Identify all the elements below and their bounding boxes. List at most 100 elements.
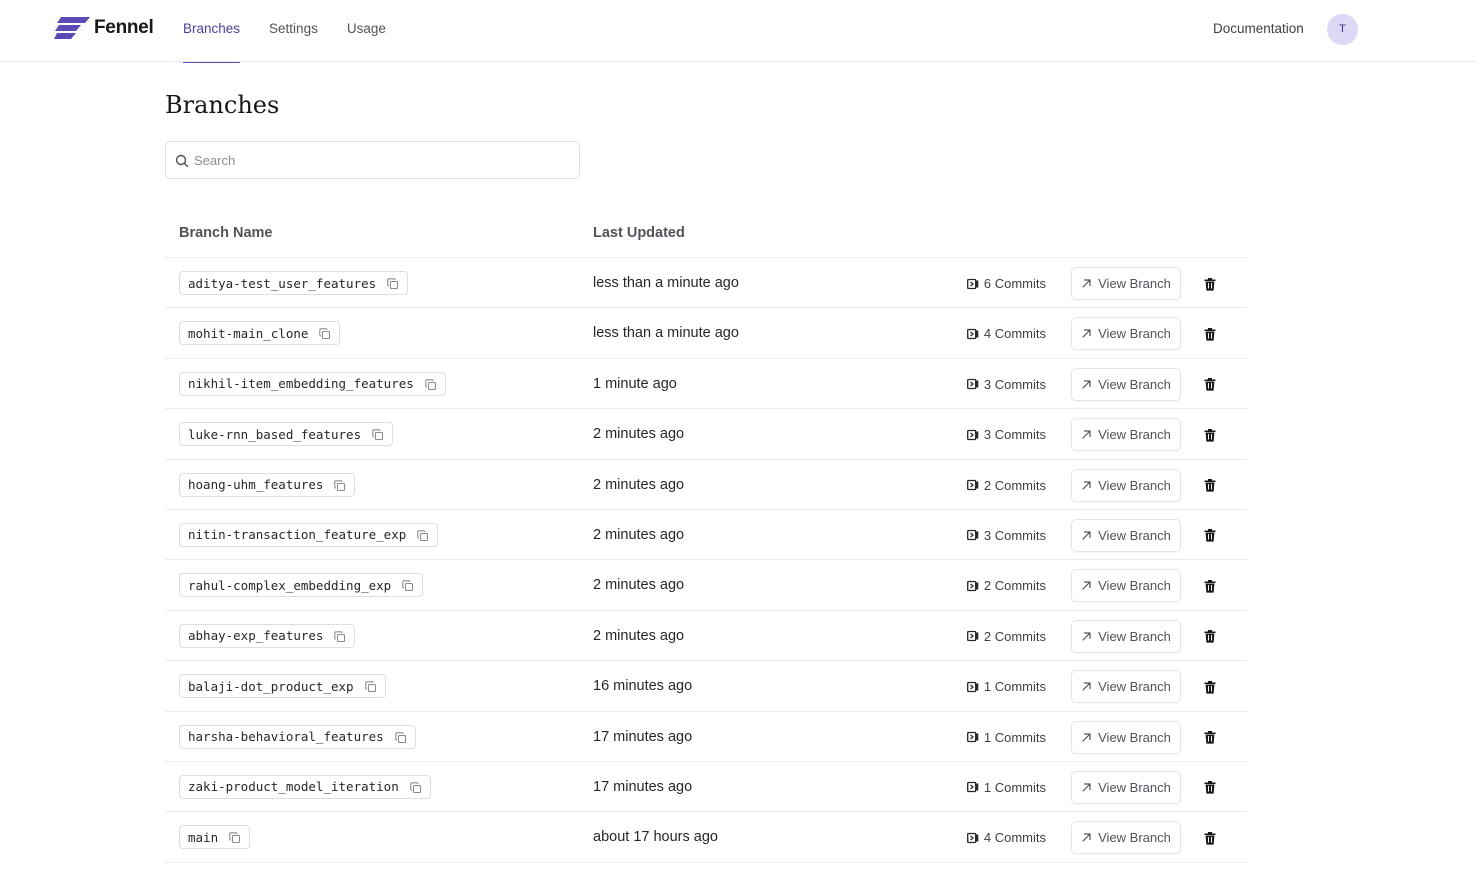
table-row: balaji-dot_product_exp 16 minutes ago 1 Co…	[165, 661, 1247, 712]
copy-icon[interactable]	[409, 781, 422, 793]
commit-count-label: 6 Commits	[983, 276, 1046, 291]
trash-icon	[1204, 479, 1216, 492]
branch-name-chip: balaji-dot_product_exp	[179, 674, 386, 699]
arrow-up-right-icon	[1081, 782, 1098, 793]
view-branch-button[interactable]: View Branch	[1071, 367, 1181, 401]
commit-count-label: 4 Commits	[983, 326, 1046, 342]
copy-icon[interactable]	[334, 479, 346, 491]
commit-icon	[966, 781, 984, 793]
trash-icon	[1204, 277, 1216, 291]
nav-item-settings[interactable]: Settings	[269, 0, 318, 62]
view-branch-label: View Branch	[1098, 326, 1171, 342]
delete-branch-button[interactable]	[1201, 678, 1219, 696]
commit-icon	[966, 529, 984, 541]
commit-icon	[966, 278, 984, 290]
view-branch-button[interactable]: View Branch	[1071, 267, 1181, 300]
app-logo[interactable]: Fennel	[54, 17, 154, 39]
delete-branch-button[interactable]	[1201, 779, 1219, 797]
commit-count: 4 Commits	[966, 830, 1046, 846]
table-row: hoang-uhm_features 2 minutes ago 2 Commits…	[165, 460, 1247, 510]
commit-count-label: 4 Commits	[983, 830, 1046, 846]
commit-count: 1 Commits	[966, 679, 1046, 694]
delete-branch-button[interactable]	[1201, 577, 1219, 595]
view-branch-button[interactable]: View Branch	[1071, 518, 1181, 552]
view-branch-button[interactable]: View Branch	[1071, 569, 1181, 603]
copy-icon[interactable]	[364, 680, 377, 693]
arrow-up-right-icon	[1081, 278, 1098, 289]
branch-name-chip: hoang-uhm_features	[179, 472, 356, 497]
copy-icon[interactable]	[402, 579, 414, 592]
branch-name: mohit-main_clone	[188, 325, 309, 341]
view-branch-label: View Branch	[1098, 477, 1171, 493]
table-row: mohit-main_clone less than a minute ago 4 …	[165, 308, 1247, 359]
last-updated: 17 minutes ago	[593, 728, 693, 745]
commit-count: 4 Commits	[966, 326, 1046, 342]
commit-icon	[966, 378, 984, 390]
copy-icon[interactable]	[229, 831, 241, 844]
delete-branch-button[interactable]	[1201, 325, 1219, 343]
trash-icon	[1204, 378, 1216, 391]
last-updated: about 17 hours ago	[593, 829, 718, 846]
arrow-up-right-icon	[1081, 832, 1098, 843]
trash-icon	[1204, 630, 1216, 643]
table-row: aditya-test_user_features less than a min…	[165, 258, 1247, 309]
view-branch-button[interactable]: View Branch	[1071, 418, 1181, 452]
trash-icon	[1204, 831, 1216, 845]
view-branch-button[interactable]: View Branch	[1071, 770, 1181, 804]
nav-item-usage[interactable]: Usage	[347, 0, 386, 62]
delete-branch-button[interactable]	[1201, 376, 1219, 394]
copy-icon[interactable]	[394, 731, 407, 743]
table-row: harsha-behavioral_features 17 minutes ago…	[165, 712, 1247, 762]
arrow-up-right-icon	[1081, 732, 1098, 743]
branch-name-chip: luke-rnn_based_features	[179, 422, 394, 447]
copy-icon[interactable]	[425, 378, 437, 390]
search-input[interactable]	[194, 142, 569, 178]
branch-name-chip: harsha-behavioral_features	[179, 724, 416, 749]
copy-icon[interactable]	[334, 630, 346, 642]
view-branch-button[interactable]: View Branch	[1071, 468, 1181, 502]
table-row: rahul-complex_embedding_exp 2 minutes ago…	[165, 560, 1247, 611]
arrow-up-right-icon	[1081, 580, 1098, 591]
table-row: nikhil-item_embedding_features 1 minute a…	[165, 359, 1247, 410]
last-updated: 2 minutes ago	[593, 426, 685, 443]
copy-icon[interactable]	[319, 327, 331, 340]
delete-branch-button[interactable]	[1201, 628, 1219, 646]
view-branch-button[interactable]: View Branch	[1071, 670, 1181, 704]
copy-icon[interactable]	[372, 428, 384, 441]
branch-name-chip: zaki-product_model_iteration	[179, 774, 431, 799]
commit-count-label: 1 Commits	[983, 779, 1046, 795]
delete-branch-button[interactable]	[1201, 477, 1219, 495]
delete-branch-button[interactable]	[1201, 729, 1219, 747]
arrow-up-right-icon	[1081, 631, 1098, 642]
view-branch-button[interactable]: View Branch	[1071, 720, 1181, 754]
delete-branch-button[interactable]	[1201, 426, 1219, 444]
view-branch-label: View Branch	[1098, 679, 1171, 695]
main-nav: Branches Settings Usage	[183, 0, 415, 63]
copy-icon[interactable]	[387, 277, 399, 290]
view-branch-button[interactable]: View Branch	[1071, 619, 1181, 653]
nav-item-branches[interactable]: Branches	[183, 0, 241, 63]
last-updated: 2 minutes ago	[593, 526, 685, 543]
branch-name-chip: rahul-complex_embedding_exp	[179, 573, 424, 598]
arrow-up-right-icon	[1081, 379, 1098, 390]
avatar[interactable]: T	[1327, 14, 1358, 45]
commit-icon	[966, 832, 984, 844]
commit-icon	[966, 328, 984, 340]
trash-icon	[1204, 731, 1216, 744]
branch-name-chip: mohit-main_clone	[179, 321, 341, 346]
commit-icon	[966, 630, 984, 642]
delete-branch-button[interactable]	[1201, 829, 1219, 847]
table-body: aditya-test_user_features less than a min…	[165, 258, 1247, 863]
copy-icon[interactable]	[417, 529, 429, 542]
arrow-up-right-icon	[1081, 429, 1098, 440]
branch-name: hoang-uhm_features	[188, 477, 324, 493]
documentation-link[interactable]: Documentation	[1213, 21, 1304, 36]
view-branch-button[interactable]: View Branch	[1071, 317, 1181, 351]
commit-count: 1 Commits	[966, 730, 1046, 745]
commit-icon	[966, 731, 984, 743]
delete-branch-button[interactable]	[1201, 527, 1219, 545]
app-name: Fennel	[94, 17, 154, 38]
delete-branch-button[interactable]	[1201, 275, 1219, 293]
commit-icon	[966, 429, 984, 441]
view-branch-button[interactable]: View Branch	[1071, 821, 1181, 855]
